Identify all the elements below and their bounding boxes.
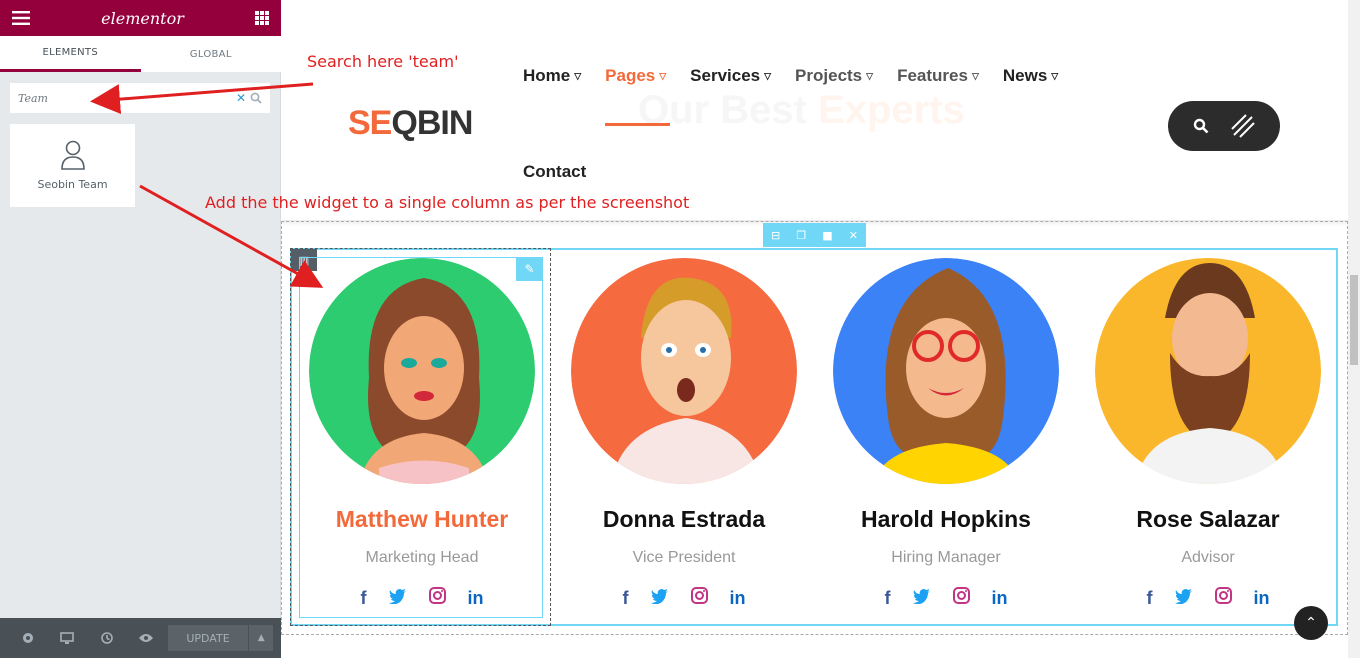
annotation-arrows [90, 82, 324, 288]
